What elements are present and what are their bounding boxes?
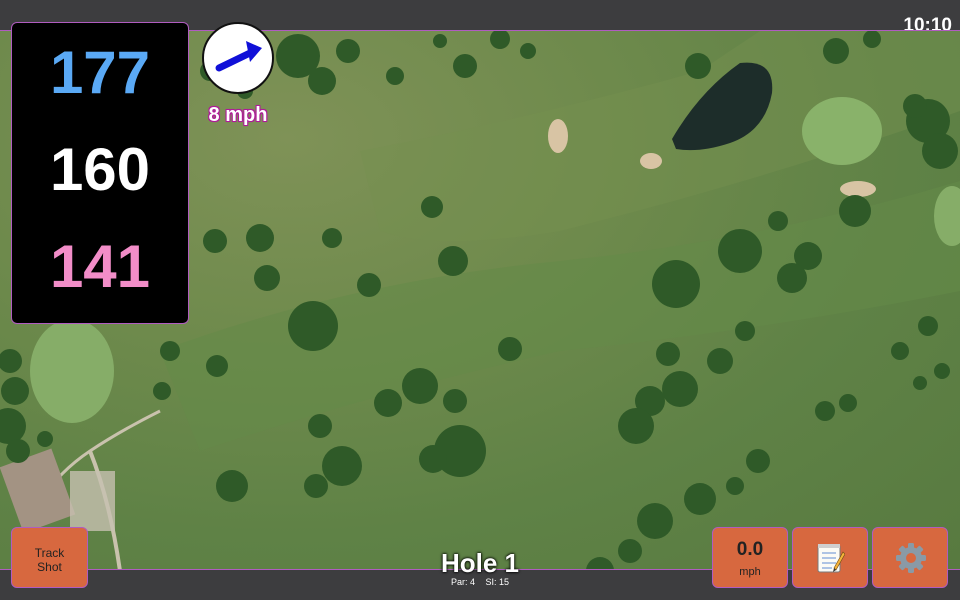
wind-direction-dial [202, 22, 274, 94]
bunker [640, 153, 662, 169]
distance-front: 141 [49, 233, 151, 300]
hole-info: Par: 4 SI: 15 [400, 577, 560, 587]
track-shot-label-line1: Track [34, 546, 65, 560]
speed-unit: mph [739, 566, 761, 578]
speed-value: 0.0 [736, 539, 764, 560]
arrow-icon [215, 41, 262, 72]
bunker [548, 119, 568, 153]
notes-button[interactable] [792, 527, 868, 588]
distance-back: 177 [49, 39, 151, 106]
hole-par: Par: 4 [450, 577, 475, 587]
green-left [30, 319, 114, 423]
wind-speed: 8 mph [208, 104, 268, 126]
settings-button[interactable] [872, 527, 948, 588]
distance-middle: 160 [49, 136, 151, 203]
gear-icon [896, 543, 926, 573]
clubhouse [0, 448, 76, 534]
green-right [802, 97, 882, 165]
speed-button[interactable]: 0.0 mph [712, 527, 788, 588]
hole-stroke-index: SI: 15 [485, 577, 510, 587]
track-shot-button[interactable]: Track Shot [11, 527, 88, 588]
notepad-icon [817, 544, 845, 573]
hole-title: Hole 1 [440, 548, 520, 578]
track-shot-label-line2: Shot [37, 560, 62, 574]
distance-panel: 177 160 141 [11, 22, 189, 324]
bunker [840, 181, 876, 197]
